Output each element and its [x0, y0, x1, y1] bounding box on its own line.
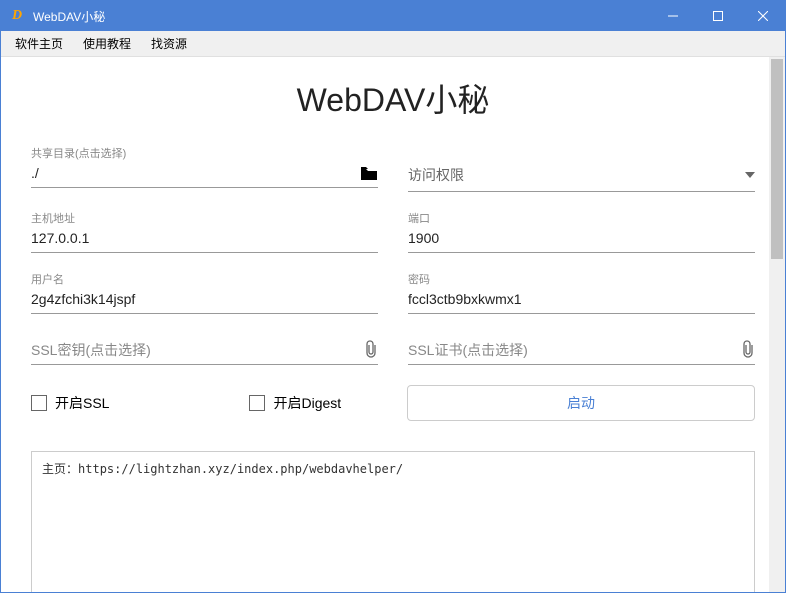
- password-input[interactable]: [408, 289, 755, 309]
- log-prefix: 主页：: [42, 462, 78, 476]
- log-url: https://lightzhan.xyz/index.php/webdavhe…: [78, 462, 403, 476]
- page-title: WebDAV小秘: [31, 75, 755, 121]
- access-select[interactable]: 访问权限: [408, 159, 755, 192]
- host-field: 主机地址: [31, 210, 378, 253]
- share-dir-label: 共享目录(点击选择): [31, 145, 378, 161]
- minimize-button[interactable]: [650, 1, 695, 31]
- checkbox-icon: [31, 395, 47, 411]
- chevron-down-icon: [745, 172, 755, 178]
- start-button[interactable]: 启动: [407, 385, 755, 421]
- attachment-icon[interactable]: [741, 340, 755, 358]
- scrollbar-track[interactable]: [769, 57, 785, 592]
- menu-homepage[interactable]: 软件主页: [5, 31, 73, 56]
- share-dir-input[interactable]: [31, 163, 378, 183]
- menu-resources[interactable]: 找资源: [141, 31, 197, 56]
- scrollbar-thumb[interactable]: [771, 59, 783, 259]
- folder-icon[interactable]: [360, 167, 378, 181]
- close-button[interactable]: [740, 1, 785, 31]
- attachment-icon[interactable]: [364, 340, 378, 358]
- host-input[interactable]: [31, 228, 378, 248]
- digest-checkbox-label: 开启Digest: [273, 393, 341, 413]
- username-label: 用户名: [31, 271, 378, 287]
- port-label: 端口: [408, 210, 755, 226]
- username-field: 用户名: [31, 271, 378, 314]
- ssl-cert-input[interactable]: [408, 340, 755, 360]
- checkbox-icon: [249, 395, 265, 411]
- titlebar: D WebDAV小秘: [1, 1, 785, 31]
- window-controls: [650, 1, 785, 31]
- access-label: 访问权限: [408, 167, 464, 183]
- menubar: 软件主页 使用教程 找资源: [1, 31, 785, 57]
- host-label: 主机地址: [31, 210, 378, 226]
- checkbox-group: 开启SSL 开启Digest: [31, 393, 377, 413]
- ssl-checkbox[interactable]: 开启SSL: [31, 393, 109, 413]
- ssl-key-field: [31, 340, 378, 365]
- password-field: 密码: [408, 271, 755, 314]
- ssl-key-input[interactable]: [31, 340, 378, 360]
- log-output[interactable]: 主页：https://lightzhan.xyz/index.php/webda…: [31, 451, 755, 592]
- port-field: 端口: [408, 210, 755, 253]
- menu-tutorial[interactable]: 使用教程: [73, 31, 141, 56]
- window-title: WebDAV小秘: [33, 8, 650, 25]
- app-icon: D: [7, 6, 27, 26]
- content-area: WebDAV小秘 共享目录(点击选择) 访问权限: [1, 57, 785, 592]
- password-label: 密码: [408, 271, 755, 287]
- port-input[interactable]: [408, 228, 755, 248]
- digest-checkbox[interactable]: 开启Digest: [249, 393, 341, 413]
- ssl-cert-field: [408, 340, 755, 365]
- share-dir-field: 共享目录(点击选择): [31, 145, 378, 192]
- username-input[interactable]: [31, 289, 378, 309]
- maximize-button[interactable]: [695, 1, 740, 31]
- ssl-checkbox-label: 开启SSL: [55, 393, 109, 413]
- access-field: 访问权限: [408, 145, 755, 192]
